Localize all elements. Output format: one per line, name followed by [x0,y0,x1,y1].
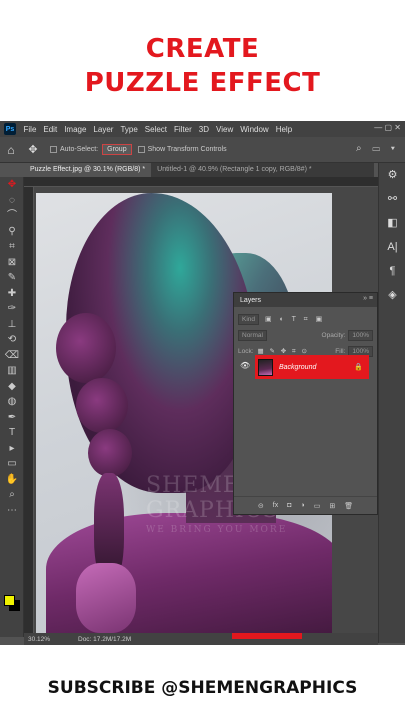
stamp-tool-icon[interactable]: ⊥ [0,317,24,333]
auto-select-dropdown[interactable]: Group [102,144,132,155]
window-controls[interactable]: — ▢ ✕ [374,123,401,132]
foreground-color-swatch[interactable] [4,595,15,606]
blur-tool-icon[interactable]: ◆ [0,379,24,395]
opacity-input[interactable]: 100% [348,329,373,341]
layers-dock-icon[interactable]: ◈ [379,283,405,307]
opacity-label: Opacity: [321,331,346,339]
lasso-tool-icon[interactable]: ⌒ [0,208,24,224]
group-folder-icon[interactable]: ▭ [314,502,321,510]
crop-tool-icon[interactable]: ⌗ [0,239,24,255]
menu-file[interactable]: File [20,125,40,134]
move-tool-icon[interactable]: ✥ [0,177,24,193]
fx-icon[interactable]: fx [273,502,278,509]
blend-row: Normal Opacity: 100% [234,327,377,343]
options-right-icons[interactable]: ⌕ ▭ ▾ [356,143,399,154]
menu-layer[interactable]: Layer [90,125,117,134]
gradient-tool-icon[interactable]: ▥ [0,363,24,379]
more-tools-icon[interactable]: ⋯ [0,503,24,519]
panel-menu-icon[interactable]: » ≡ [363,295,373,302]
status-bar: 30.12% Doc: 17.2M/17.2M [24,633,378,645]
character-icon[interactable]: A| [379,235,405,259]
ruler-left [24,187,34,633]
lock-icon: 🔒 [354,364,363,371]
subscribe-footer: SUBSCRIBE @SHEMENGRAPHICS [47,678,358,698]
type-tool-icon[interactable]: T [0,425,24,441]
menu-bar: Ps File Edit Image Layer Type Select Fil… [0,121,405,137]
dodge-tool-icon[interactable]: ◍ [0,394,24,410]
pen-tool-icon[interactable]: ✒ [0,410,24,426]
tools-panel: ✥ ◌ ⌒ ⚲ ⌗ ⊠ ✎ ✚ ✑ ⊥ ⟲ ⌫ ▥ ◆ ◍ ✒ T ▸ ▭ ✋ … [0,177,24,637]
eraser-tool-icon[interactable]: ⌫ [0,348,24,364]
menu-select[interactable]: Select [141,125,170,134]
zoom-tool-icon[interactable]: ⌕ [0,487,24,503]
headline-line-2: PUZZLE EFFECT [84,68,321,98]
menu-view[interactable]: View [213,125,237,134]
doc-size: Doc: 17.2M/17.2M [78,635,132,643]
layers-footer: ⊝ fx ◘ ◑ ▭ ⊞ 🗑 [234,496,377,514]
layers-panel: Layers » ≡ Kind ▣ ◐ T ⌗ ▣ Normal Opacity… [233,292,378,515]
photo-hand [76,563,136,633]
filter-icons[interactable]: ▣ ◐ T ⌗ ▣ [265,315,325,324]
menu-3d[interactable]: 3D [195,125,212,134]
move-tool-icon[interactable]: ✥ [22,143,44,156]
libraries-icon[interactable]: ◧ [379,211,405,235]
fill-label: Fill: [335,347,346,355]
eyedropper-tool-icon[interactable]: ✎ [0,270,24,286]
zoom-level[interactable]: 30.12% [24,636,70,643]
layer-thumbnail [258,358,273,376]
new-layer-icon[interactable]: ⊞ [329,502,335,510]
trash-icon[interactable]: 🗑 [344,502,353,510]
healing-tool-icon[interactable]: ✚ [0,286,24,302]
marquee-tool-icon[interactable]: ◌ [0,193,24,209]
layer-filter-row: Kind ▣ ◐ T ⌗ ▣ [234,311,377,327]
transform-controls-checkbox[interactable] [137,146,145,153]
layer-name: Background [279,363,317,371]
paragraph-icon[interactable]: ¶ [379,259,405,283]
transform-controls-label: Show Transform Controls [147,146,227,153]
headline-line-1: CREATE [145,34,260,64]
menu-window[interactable]: Window [237,125,272,134]
blend-mode-dropdown[interactable]: Normal [238,329,267,341]
watermark-tagline: WE BRING YOU MORE [146,525,288,535]
properties-icon[interactable]: ⚙ [379,163,405,187]
link-layers-icon[interactable]: ⊝ [258,502,264,510]
path-select-tool-icon[interactable]: ▸ [0,441,24,457]
photoshop-logo-icon: Ps [4,123,16,135]
layers-panel-title: Layers [240,296,262,304]
headline: CREATE PUZZLE EFFECT [0,32,405,100]
adjustment-layer-icon[interactable]: ◑ [300,502,304,509]
document-tabs: Puzzle Effect.jpg @ 30.1% (RGB/8) * Unti… [24,163,374,177]
frame-tool-icon[interactable]: ⊠ [0,255,24,271]
rectangle-tool-icon[interactable]: ▭ [0,456,24,472]
adjustments-icon[interactable]: ⚯ [379,187,405,211]
photoshop-window: Ps File Edit Image Layer Type Select Fil… [0,121,405,645]
options-bar: ⌂ ✥ Auto-Select: Group Show Transform Co… [0,137,405,163]
eye-icon[interactable]: 👁 [240,361,250,370]
tab-puzzle-effect[interactable]: Puzzle Effect.jpg @ 30.1% (RGB/8) * [24,163,152,177]
layers-panel-header: Layers » ≡ [234,293,377,307]
history-brush-tool-icon[interactable]: ⟲ [0,332,24,348]
layer-row[interactable]: Background 🔒 [255,355,369,379]
highlight-bar [232,633,302,639]
auto-select-label: Auto-Select: [60,146,99,153]
auto-select-checkbox[interactable] [50,146,57,153]
kind-filter-dropdown[interactable]: Kind [238,313,260,325]
right-dock: ⚙ ⚯ ◧ A| ¶ ◈ [378,163,405,643]
mask-icon[interactable]: ◘ [287,502,291,509]
quick-select-tool-icon[interactable]: ⚲ [0,224,24,240]
ruler-top [24,177,378,187]
menu-filter[interactable]: Filter [171,125,196,134]
lock-label: Lock: [238,347,254,355]
brush-tool-icon[interactable]: ✑ [0,301,24,317]
menu-image[interactable]: Image [61,125,90,134]
hand-tool-icon[interactable]: ✋ [0,472,24,488]
menu-help[interactable]: Help [272,125,295,134]
tab-untitled-1[interactable]: Untitled-1 @ 40.9% (Rectangle 1 copy, RG… [151,163,317,177]
menu-type[interactable]: Type [117,125,141,134]
home-icon[interactable]: ⌂ [0,143,22,157]
menu-edit[interactable]: Edit [40,125,61,134]
